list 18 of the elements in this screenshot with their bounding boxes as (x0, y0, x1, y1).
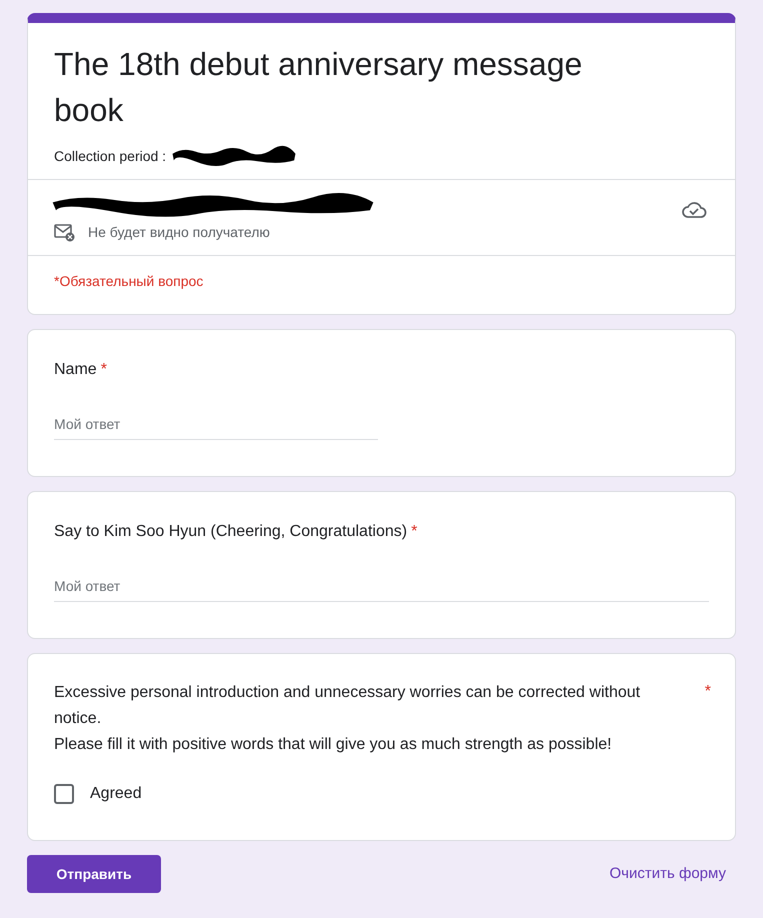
required-note: *Обязательный вопрос (54, 273, 204, 289)
privacy-note: Не будет видно получателю (88, 223, 270, 242)
clear-form-link[interactable]: Очистить форму (610, 862, 726, 886)
required-asterisk: * (704, 682, 711, 702)
required-asterisk: * (100, 360, 107, 380)
form-description: Collection period : (54, 146, 166, 166)
form-title: The 18th debut anniversary message book (54, 45, 584, 130)
checkbox-label: Agreed (90, 784, 142, 804)
answer-field[interactable]: Мой ответ (54, 414, 378, 440)
answer-field[interactable]: Мой ответ (54, 576, 709, 602)
mail-off-icon (54, 222, 76, 242)
cloud-check-icon (681, 200, 707, 220)
question-title: Excessive personal introduction and unnecessary worries can be corrected without notice. Please fill it with positive words that will give you as much strength as possible! (54, 683, 642, 755)
checkbox[interactable] (54, 784, 74, 804)
question-title: Name (54, 360, 97, 380)
required-asterisk: * (411, 522, 418, 542)
submit-button[interactable]: Отправить (27, 855, 161, 893)
question-title: Say to Kim Soo Hyun (Cheering, Congratulations) (54, 522, 408, 542)
